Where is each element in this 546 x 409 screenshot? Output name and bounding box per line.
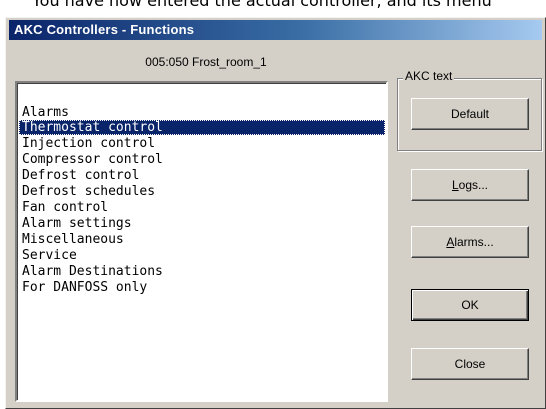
alarms-label: larms... <box>454 235 494 249</box>
list-item-miscellaneous[interactable]: Miscellaneous <box>19 232 385 247</box>
akc-functions-dialog: AKC Controllers - Functions 005:050 Fros… <box>5 17 546 409</box>
list-item-defrost-control[interactable]: Defrost control <box>19 168 385 183</box>
default-button[interactable]: Default <box>411 98 529 130</box>
list-item-fan-control[interactable]: Fan control <box>19 200 385 215</box>
list-item-for-danfoss-only[interactable]: For DANFOSS only <box>19 280 385 295</box>
list-item-alarms[interactable]: Alarms <box>19 105 385 120</box>
logs-mnemonic: L <box>451 178 459 192</box>
akc-text-label: AKC text <box>403 69 455 83</box>
list-item-alarm-destinations[interactable]: Alarm Destinations <box>19 264 385 279</box>
logs-button[interactable]: Logs... <box>411 169 529 201</box>
list-item-alarm-settings[interactable]: Alarm settings <box>19 216 385 231</box>
caption-text: You have now entered the actual controll… <box>32 0 492 10</box>
dialog-title: AKC Controllers - Functions <box>14 22 195 37</box>
ok-button[interactable]: OK <box>411 289 529 321</box>
controller-label: 005:050 Frost_room_1 <box>145 55 267 69</box>
close-button[interactable]: Close <box>411 348 529 380</box>
functions-listbox[interactable]: Alarms Thermostat control Injection cont… <box>15 81 388 402</box>
alarms-button[interactable]: Alarms... <box>411 226 529 258</box>
list-item-service[interactable]: Service <box>19 248 385 263</box>
list-item-defrost-schedules[interactable]: Defrost schedules <box>19 184 385 199</box>
logs-label: ogs... <box>458 178 489 192</box>
list-item-compressor-control[interactable]: Compressor control <box>19 152 385 167</box>
list-item-injection-control[interactable]: Injection control <box>19 136 385 151</box>
alarms-mnemonic: A <box>446 235 455 249</box>
dialog-titlebar[interactable]: AKC Controllers - Functions <box>9 20 542 40</box>
list-item-thermostat-control[interactable]: Thermostat control <box>19 120 385 135</box>
